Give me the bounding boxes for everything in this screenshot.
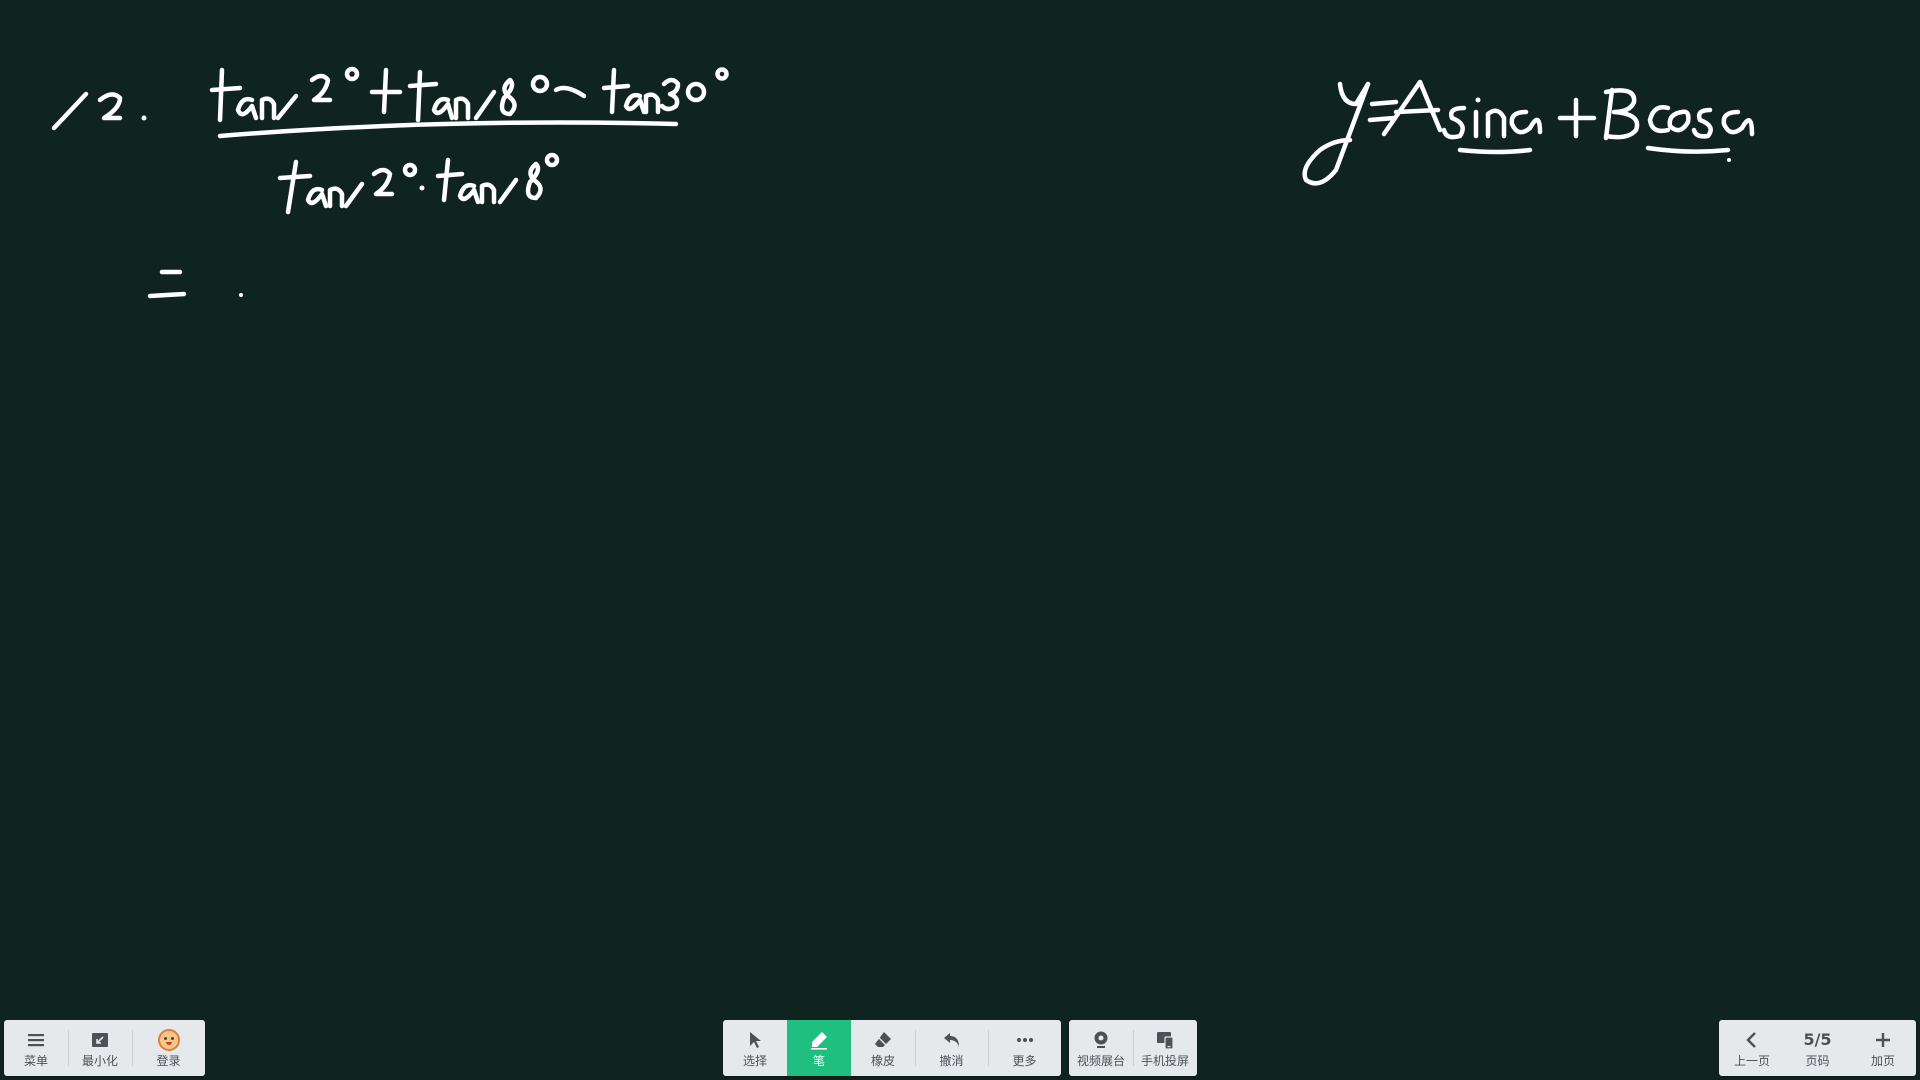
pen-tool-button[interactable]: 笔	[787, 1020, 851, 1076]
video-booth-button[interactable]: 视频展台	[1069, 1020, 1133, 1076]
camera-icon	[1090, 1029, 1112, 1051]
login-button[interactable]: 登录	[132, 1020, 205, 1076]
prev-page-label: 上一页	[1733, 1053, 1770, 1068]
eraser-tool-button[interactable]: 橡皮	[851, 1020, 915, 1076]
more-label: 更多	[1012, 1053, 1037, 1068]
page-toolbar: 上一页 5/5 页码 加页	[1719, 1020, 1916, 1076]
more-icon	[1014, 1029, 1036, 1051]
cursor-icon	[744, 1029, 766, 1051]
stroke-problem-number	[51, 91, 147, 131]
handwriting-layer	[51, 66, 1755, 299]
menu-label: 菜单	[23, 1053, 48, 1068]
add-page-label: 加页	[1870, 1053, 1895, 1068]
minimize-button[interactable]: 最小化	[68, 1020, 132, 1076]
undo-label: 撤消	[939, 1053, 964, 1068]
page-number: 5/5	[1803, 1029, 1832, 1049]
drawing-toolbar: 选择 笔 橡皮 撤消 更多	[723, 1020, 1061, 1076]
stroke-formula-right	[1302, 79, 1755, 186]
pen-label: 笔	[812, 1053, 825, 1068]
left-toolbar: 菜单 最小化 登录	[4, 1020, 205, 1076]
add-page-button[interactable]: 加页	[1850, 1020, 1916, 1076]
plus-icon	[1872, 1029, 1894, 1051]
phone-cast-label: 手机投屏	[1140, 1053, 1189, 1068]
fraction-bar	[217, 120, 679, 139]
eraser-label: 橡皮	[870, 1053, 895, 1068]
eraser-icon	[872, 1029, 894, 1051]
stroke-denominator	[277, 152, 560, 215]
stroke-numerator	[209, 66, 729, 123]
undo-button[interactable]: 撤消	[915, 1020, 988, 1076]
more-button[interactable]: 更多	[988, 1020, 1061, 1076]
video-booth-label: 视频展台	[1076, 1053, 1125, 1068]
whiteboard-canvas[interactable]	[0, 0, 1920, 1080]
select-label: 选择	[742, 1053, 767, 1068]
stroke-equals	[147, 269, 243, 299]
login-label: 登录	[156, 1053, 181, 1068]
phone-cast-button[interactable]: 手机投屏	[1133, 1020, 1197, 1076]
select-tool-button[interactable]: 选择	[723, 1020, 787, 1076]
minimize-label: 最小化	[81, 1053, 118, 1068]
undo-icon	[941, 1029, 963, 1051]
page-indicator-label: 页码	[1805, 1053, 1830, 1068]
pen-icon	[808, 1029, 830, 1051]
menu-icon	[25, 1029, 47, 1051]
share-toolbar: 视频展台 手机投屏	[1069, 1020, 1197, 1076]
menu-button[interactable]: 菜单	[4, 1020, 68, 1076]
chevron-left-icon	[1741, 1029, 1763, 1051]
prev-page-button[interactable]: 上一页	[1719, 1020, 1785, 1076]
phone-cast-icon	[1154, 1029, 1176, 1051]
minimize-icon	[89, 1029, 111, 1051]
page-indicator[interactable]: 5/5 页码	[1785, 1020, 1850, 1076]
avatar-icon	[157, 1028, 180, 1051]
